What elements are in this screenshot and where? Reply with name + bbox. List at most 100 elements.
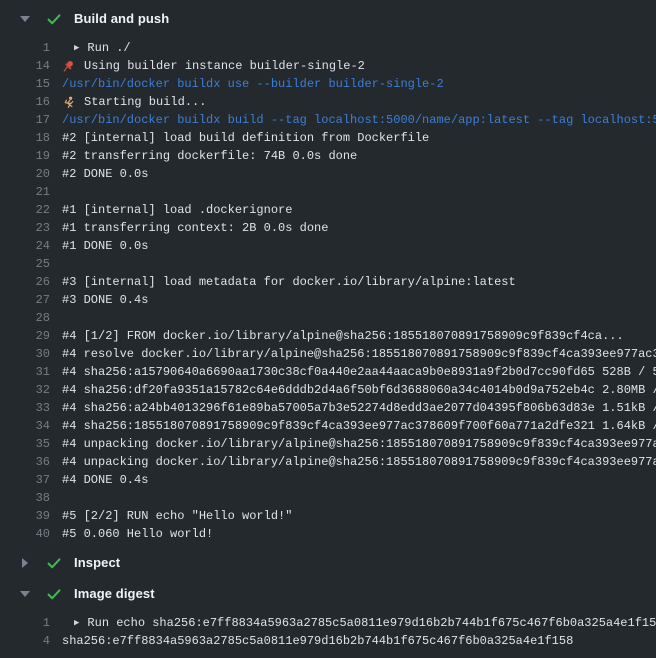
line-text: #1 transferring context: 2B 0.0s done	[62, 221, 328, 235]
line-content: #4 sha256:a24bb4013296f61e89ba57005a7b3e…	[62, 401, 656, 415]
log-line: 24 #1 DONE 0.0s	[0, 237, 656, 255]
line-content: #2 DONE 0.0s	[62, 167, 148, 181]
line-text: Run ./	[87, 41, 130, 55]
line-text: #4 sha256:a15790640a6690aa1730c38cf0a440…	[62, 365, 656, 379]
line-number[interactable]: 21	[0, 185, 50, 199]
check-icon	[46, 11, 62, 27]
line-content: #4 resolve docker.io/library/alpine@sha2…	[62, 347, 656, 361]
line-content: #4 unpacking docker.io/library/alpine@sh…	[62, 455, 656, 469]
line-content: #3 [internal] load metadata for docker.i…	[62, 275, 516, 289]
log-line: 35 #4 unpacking docker.io/library/alpine…	[0, 435, 656, 453]
line-content: #4 unpacking docker.io/library/alpine@sh…	[62, 437, 656, 451]
line-number[interactable]: 28	[0, 311, 50, 325]
line-number[interactable]: 1	[0, 616, 50, 630]
run-expand-icon[interactable]	[74, 39, 79, 57]
line-content: #4 sha256:df20fa9351a15782c64e6dddb2d4a6…	[62, 383, 656, 397]
line-number[interactable]: 29	[0, 329, 50, 343]
section-lines: 1 Run ./ 14 Using builder instance build…	[0, 39, 656, 543]
line-number[interactable]: 22	[0, 203, 50, 217]
line-number[interactable]: 16	[0, 95, 50, 109]
log-line: 15 /usr/bin/docker buildx use --builder …	[0, 75, 656, 93]
section-title: Image digest	[74, 586, 155, 601]
line-content: #1 transferring context: 2B 0.0s done	[62, 221, 328, 235]
line-text: #4 DONE 0.4s	[62, 473, 148, 487]
section-lines: 1 Run echo sha256:e7ff8834a5963a2785c5a0…	[0, 614, 656, 650]
line-number[interactable]: 36	[0, 455, 50, 469]
run-expand-icon[interactable]	[74, 614, 79, 632]
line-number[interactable]: 39	[0, 509, 50, 523]
log-line: 1 Run ./	[0, 39, 656, 57]
line-text: #1 [internal] load .dockerignore	[62, 203, 292, 217]
line-text: Using builder instance builder-single-2	[84, 59, 365, 73]
log-line: 14 Using builder instance builder-single…	[0, 57, 656, 75]
line-text: sha256:e7ff8834a5963a2785c5a0811e979d16b…	[62, 634, 573, 648]
line-number[interactable]: 40	[0, 527, 50, 541]
chevron-down-icon[interactable]	[20, 588, 32, 600]
section-header[interactable]: Build and push	[0, 3, 656, 34]
line-number[interactable]: 19	[0, 149, 50, 163]
line-text: /usr/bin/docker buildx use --builder bui…	[62, 77, 444, 91]
line-text: #3 DONE 0.4s	[62, 293, 148, 307]
line-text: Starting build...	[84, 95, 206, 109]
line-number[interactable]: 30	[0, 347, 50, 361]
line-number[interactable]: 33	[0, 401, 50, 415]
log-line: 36 #4 unpacking docker.io/library/alpine…	[0, 453, 656, 471]
line-text: #4 resolve docker.io/library/alpine@sha2…	[62, 347, 656, 361]
line-text: #3 [internal] load metadata for docker.i…	[62, 275, 516, 289]
line-number[interactable]: 25	[0, 257, 50, 271]
line-number[interactable]: 37	[0, 473, 50, 487]
chevron-down-icon[interactable]	[20, 13, 32, 25]
log-line: 37 #4 DONE 0.4s	[0, 471, 656, 489]
chevron-right-icon[interactable]	[20, 557, 32, 569]
line-number[interactable]: 35	[0, 437, 50, 451]
log-line: 32 #4 sha256:df20fa9351a15782c64e6dddb2d…	[0, 381, 656, 399]
line-text: #4 unpacking docker.io/library/alpine@sh…	[62, 437, 656, 451]
workflow-log-viewer: Build and push 1 Run ./ 14 Using builder…	[0, 3, 656, 650]
line-text: #4 unpacking docker.io/library/alpine@sh…	[62, 455, 656, 469]
line-content: Run ./	[62, 39, 131, 57]
line-number[interactable]: 18	[0, 131, 50, 145]
line-number[interactable]: 31	[0, 365, 50, 379]
line-number[interactable]: 15	[0, 77, 50, 91]
section-header[interactable]: Image digest	[0, 578, 656, 609]
line-content: Run echo sha256:e7ff8834a5963a2785c5a081…	[62, 614, 656, 632]
line-text: #4 [1/2] FROM docker.io/library/alpine@s…	[62, 329, 624, 343]
check-icon	[46, 586, 62, 602]
line-number[interactable]: 27	[0, 293, 50, 307]
line-text: #2 [internal] load build definition from…	[62, 131, 429, 145]
log-section: Inspect	[0, 547, 656, 578]
section-header[interactable]: Inspect	[0, 547, 656, 578]
line-text: #4 sha256:a24bb4013296f61e89ba57005a7b3e…	[62, 401, 656, 415]
line-number[interactable]: 23	[0, 221, 50, 235]
log-line: 19 #2 transferring dockerfile: 74B 0.0s …	[0, 147, 656, 165]
line-content: Starting build...	[62, 95, 206, 109]
line-content: #5 [2/2] RUN echo "Hello world!"	[62, 509, 292, 523]
log-line: 17 /usr/bin/docker buildx build --tag lo…	[0, 111, 656, 129]
line-number[interactable]: 24	[0, 239, 50, 253]
line-number[interactable]: 32	[0, 383, 50, 397]
log-line: 30 #4 resolve docker.io/library/alpine@s…	[0, 345, 656, 363]
line-number[interactable]: 34	[0, 419, 50, 433]
log-line: 26 #3 [internal] load metadata for docke…	[0, 273, 656, 291]
log-section: Build and push 1 Run ./ 14 Using builder…	[0, 3, 656, 543]
log-line: 34 #4 sha256:185518070891758909c9f839cf4…	[0, 417, 656, 435]
line-text: #4 sha256:185518070891758909c9f839cf4ca3…	[62, 419, 656, 433]
runner-icon	[62, 96, 75, 109]
log-line: 25	[0, 255, 656, 273]
line-number[interactable]: 26	[0, 275, 50, 289]
line-text: #2 DONE 0.0s	[62, 167, 148, 181]
line-number[interactable]: 17	[0, 113, 50, 127]
line-content: #1 DONE 0.0s	[62, 239, 148, 253]
line-text: #2 transferring dockerfile: 74B 0.0s don…	[62, 149, 357, 163]
line-number[interactable]: 20	[0, 167, 50, 181]
line-content: #4 DONE 0.4s	[62, 473, 148, 487]
line-number[interactable]: 4	[0, 634, 50, 648]
line-number[interactable]: 38	[0, 491, 50, 505]
line-number[interactable]: 14	[0, 59, 50, 73]
log-line: 4 sha256:e7ff8834a5963a2785c5a0811e979d1…	[0, 632, 656, 650]
log-line: 16 Starting build...	[0, 93, 656, 111]
line-number[interactable]: 1	[0, 41, 50, 55]
log-line: 27 #3 DONE 0.4s	[0, 291, 656, 309]
line-text: #4 sha256:df20fa9351a15782c64e6dddb2d4a6…	[62, 383, 656, 397]
log-line: 28	[0, 309, 656, 327]
